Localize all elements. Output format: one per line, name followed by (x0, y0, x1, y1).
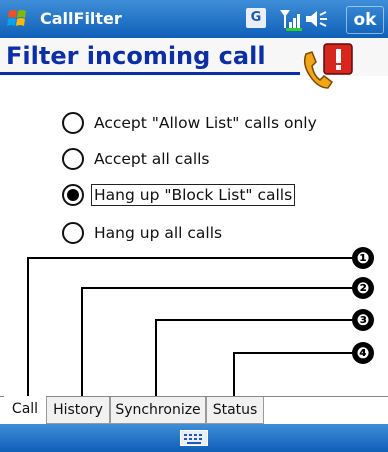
option-label: Hang up all calls (94, 224, 223, 242)
ok-button[interactable]: ok (346, 6, 384, 34)
option-allow-list-only[interactable]: Accept "Allow List" calls only (62, 110, 319, 136)
option-hang-up-block-list[interactable]: Hang up "Block List" calls (62, 182, 296, 208)
speaker-icon[interactable] (304, 8, 330, 30)
option-accept-all[interactable]: Accept all calls (62, 146, 212, 172)
option-label: Accept all calls (94, 150, 210, 168)
radio-checked[interactable] (62, 184, 84, 206)
title-bar: CallFilter G ok (0, 0, 388, 38)
keyboard-icon[interactable] (180, 430, 208, 446)
tab-history[interactable]: History (46, 397, 110, 424)
callout-3: ❸ (352, 309, 374, 331)
tab-synchronize[interactable]: Synchronize (110, 397, 206, 424)
callout-1: ❶ (352, 247, 374, 269)
radio-unchecked[interactable] (62, 112, 84, 134)
radio-dot (67, 189, 79, 201)
radio-unchecked[interactable] (62, 222, 84, 244)
callout-4: ❹ (352, 342, 374, 364)
network-g-icon[interactable]: G (246, 8, 266, 28)
tab-call[interactable]: Call (4, 396, 46, 424)
header-divider (0, 72, 300, 75)
tab-status[interactable]: Status (206, 397, 264, 424)
bottom-bar (0, 424, 388, 452)
tab-bar: Call History Synchronize Status (0, 396, 388, 425)
callout-2: ❷ (352, 277, 374, 299)
page-title: Filter incoming call (6, 42, 266, 70)
radio-unchecked[interactable] (62, 148, 84, 170)
signal-strength-icon[interactable] (278, 7, 304, 31)
option-hang-up-all[interactable]: Hang up all calls (62, 220, 224, 246)
app-title: CallFilter (40, 9, 122, 28)
option-label: Accept "Allow List" calls only (94, 114, 317, 132)
option-label: Hang up "Block List" calls (90, 184, 296, 206)
phone-alert-icon (303, 43, 353, 89)
windows-start-icon[interactable] (6, 6, 32, 32)
